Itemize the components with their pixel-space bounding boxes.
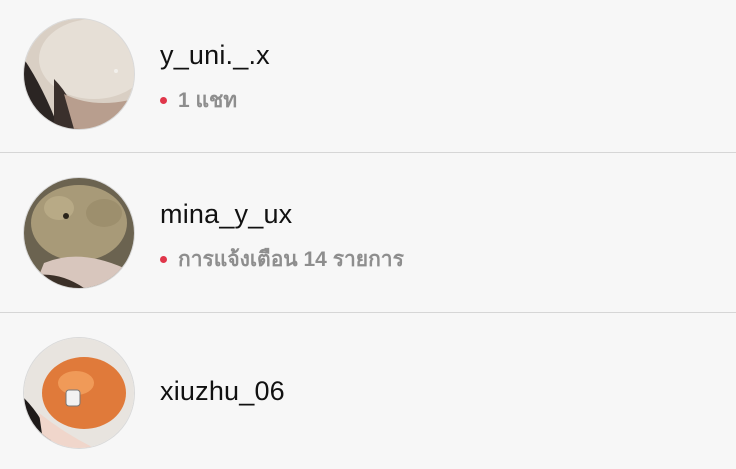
- notification-count: การแจ้งเตือน 14 รายการ: [160, 243, 404, 276]
- avatar: [24, 178, 134, 288]
- avatar-image: [24, 19, 134, 129]
- avatar: [24, 19, 134, 129]
- avatar-image: [24, 178, 134, 288]
- chat-count: 1 แชท: [160, 84, 237, 117]
- avatar: [24, 338, 134, 448]
- account-list: y_uni._.x 1 แชท mina_y_ux การแจ้งเตือน 1…: [0, 0, 736, 469]
- avatar-image: [24, 338, 134, 448]
- account-row-mina_y_ux[interactable]: mina_y_ux การแจ้งเตือน 14 รายการ: [0, 153, 736, 312]
- unread-dot-icon: [160, 97, 167, 104]
- status-text: 1 แชท: [178, 89, 238, 112]
- unread-dot-icon: [160, 256, 167, 263]
- account-row-y_uni[interactable]: y_uni._.x 1 แชท: [0, 0, 736, 153]
- username: xiuzhu_06: [160, 376, 285, 406]
- status-text: การแจ้งเตือน 14 รายการ: [178, 248, 404, 271]
- username: mina_y_ux: [160, 199, 293, 229]
- account-row-xiuzhu_06[interactable]: xiuzhu_06: [0, 312, 736, 469]
- username: y_uni._.x: [160, 40, 270, 70]
